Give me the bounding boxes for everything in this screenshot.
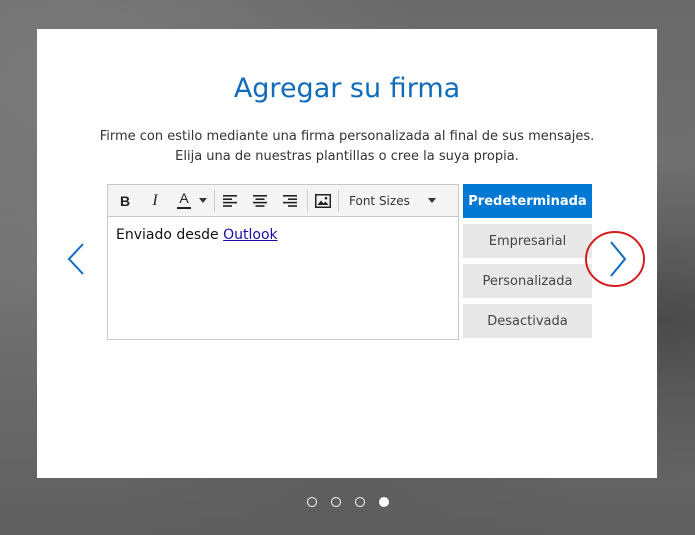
option-empresarial[interactable]: Empresarial xyxy=(463,224,592,258)
outlook-link[interactable]: Outlook xyxy=(223,227,278,243)
template-options: Predeterminada Empresarial Personalizada… xyxy=(463,184,592,344)
signature-dialog: Agregar su firma Firme con estilo median… xyxy=(37,29,657,478)
bold-button[interactable]: B xyxy=(110,185,140,216)
option-personalizada[interactable]: Personalizada xyxy=(463,264,592,298)
page-dot-4[interactable] xyxy=(378,497,389,507)
font-color-label: A xyxy=(179,190,189,206)
align-left-button[interactable] xyxy=(215,185,245,216)
insert-image-button[interactable] xyxy=(308,185,338,216)
italic-button[interactable]: I xyxy=(140,185,170,216)
font-sizes-dropdown[interactable]: Font Sizes xyxy=(339,185,444,216)
description-line-2: Elija una de nuestras plantillas o cree … xyxy=(175,149,519,164)
font-sizes-label: Font Sizes xyxy=(349,193,410,208)
image-icon xyxy=(315,193,331,208)
description-line-1: Firme con estilo mediante una firma pers… xyxy=(99,129,595,144)
page-dot-1[interactable] xyxy=(306,497,317,507)
font-color-button[interactable]: A xyxy=(170,185,214,216)
next-button[interactable] xyxy=(584,229,648,294)
chevron-down-icon xyxy=(199,198,207,203)
align-right-icon xyxy=(283,194,297,207)
signature-editor: B I A Font Sizes Enviado desde Outlook xyxy=(107,184,459,340)
align-center-button[interactable] xyxy=(245,185,275,216)
next-button-graphic xyxy=(585,231,645,287)
page-dot-2[interactable] xyxy=(330,497,341,507)
page-dot-3[interactable] xyxy=(354,497,365,507)
chevron-down-icon xyxy=(427,198,436,203)
option-predeterminada[interactable]: Predeterminada xyxy=(463,184,592,218)
align-left-icon xyxy=(223,194,237,207)
previous-button[interactable] xyxy=(65,242,87,281)
chevron-right-icon xyxy=(610,241,627,277)
italic-label: I xyxy=(152,191,158,209)
font-color-swatch xyxy=(177,207,191,209)
signature-text: Enviado desde xyxy=(116,227,224,243)
option-desactivada[interactable]: Desactivada xyxy=(463,304,592,338)
highlight-circle xyxy=(585,231,645,287)
font-color-icon: A xyxy=(177,190,191,209)
chevron-left-icon xyxy=(67,243,84,275)
editor-toolbar: B I A Font Sizes xyxy=(108,185,458,217)
signature-body[interactable]: Enviado desde Outlook xyxy=(108,217,458,253)
dialog-description: Firme con estilo mediante una firma pers… xyxy=(37,127,657,167)
align-right-button[interactable] xyxy=(275,185,305,216)
page-indicator xyxy=(0,497,695,507)
bold-label: B xyxy=(119,192,131,209)
dialog-title: Agregar su firma xyxy=(233,73,461,104)
align-center-icon xyxy=(253,194,267,207)
